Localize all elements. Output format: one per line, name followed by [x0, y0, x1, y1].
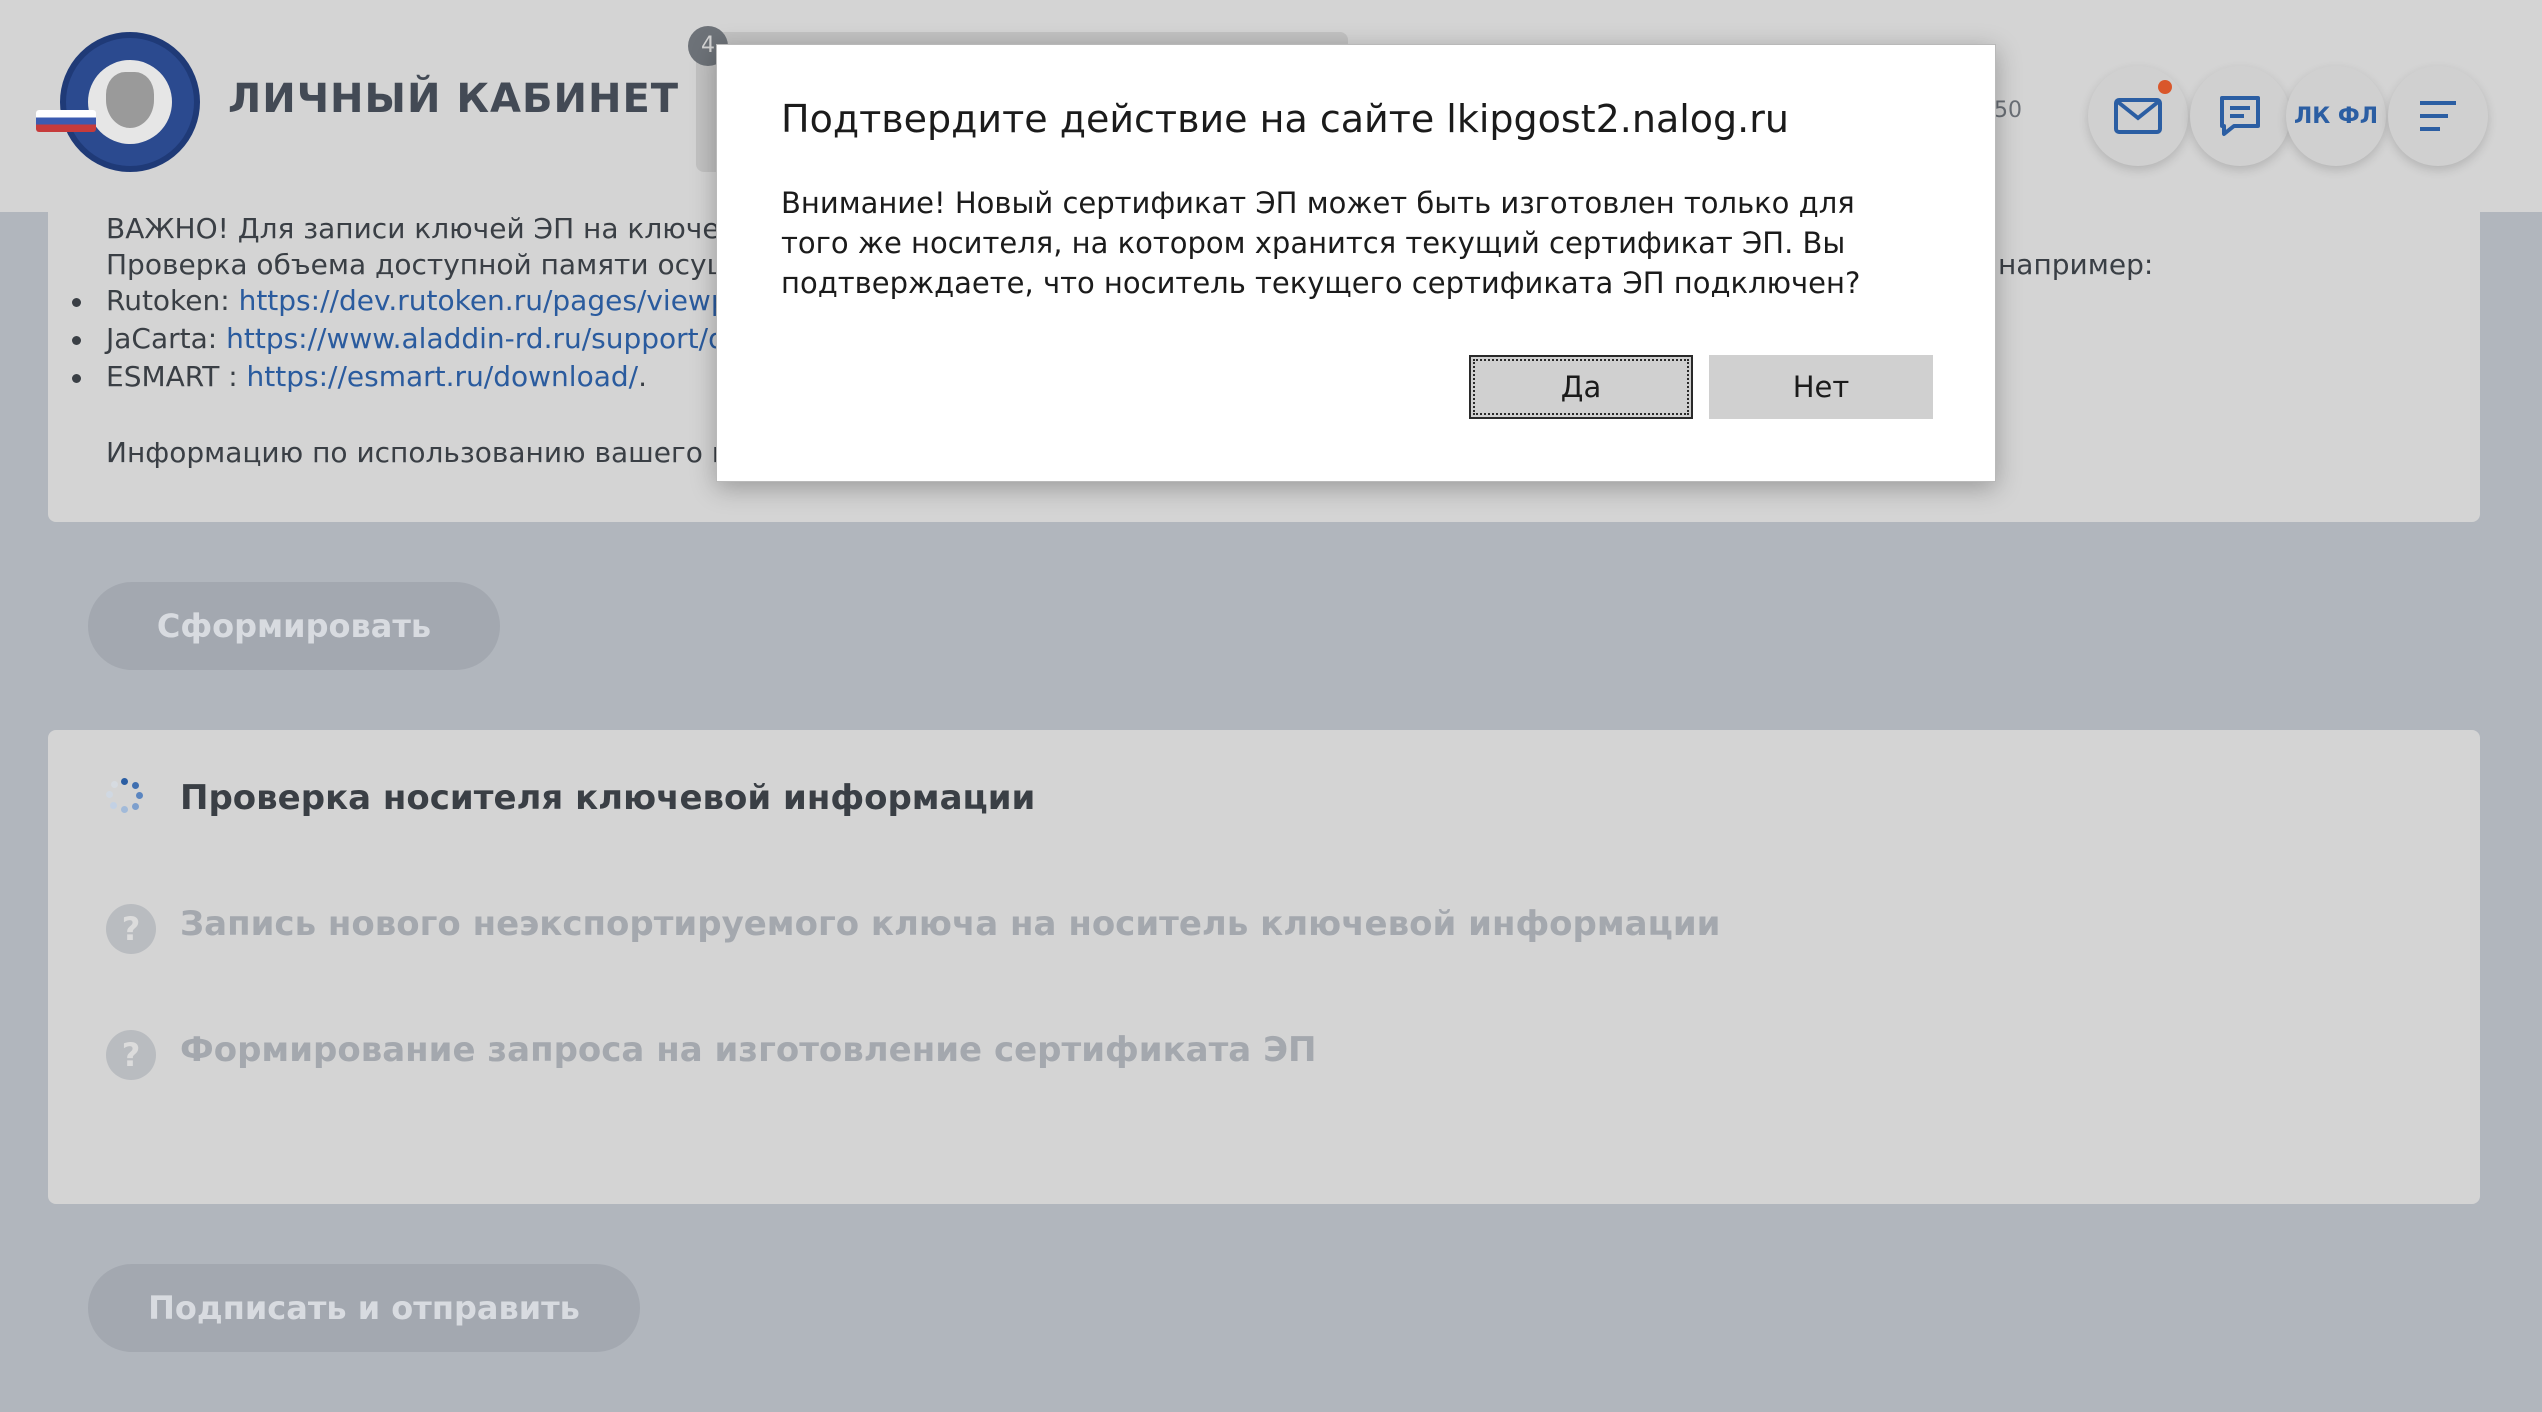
esmart-link[interactable]: https://esmart.ru/download/: [247, 360, 639, 393]
bullet: [72, 298, 81, 307]
confirm-dialog: Подтвердите действие на сайте lkipgost2.…: [716, 44, 1996, 482]
dialog-message: Внимание! Новый сертификат ЭП может быть…: [781, 186, 1861, 300]
esmart-item: ESMART : https://esmart.ru/download/.: [106, 360, 647, 393]
usage-note: Информацию по использованию вашего но: [106, 436, 748, 469]
loading-spinner-icon: [106, 778, 143, 813]
esmart-suffix: .: [638, 360, 647, 393]
important-note: ВАЖНО! Для записи ключей ЭП на ключевом: [106, 212, 775, 245]
sign-send-button[interactable]: Подписать и отправить: [88, 1264, 640, 1352]
flag-ribbon-icon: [36, 110, 96, 132]
bullet: [72, 336, 81, 345]
rutoken-item: Rutoken: https://dev.rutoken.ru/pages/vi…: [106, 284, 764, 317]
logo-emblem: [88, 60, 172, 144]
step-write-key: Запись нового неэкспортируемого ключа на…: [180, 904, 1721, 944]
question-icon: ?: [106, 904, 156, 954]
app-title: ЛИЧНЫЙ КАБИНЕТ ИП: [228, 76, 763, 122]
jacarta-link[interactable]: https://www.aladdin-rd.ru/support/do: [226, 322, 743, 355]
memory-check-note-tail: например:: [1998, 248, 2154, 281]
notification-dot: [2158, 80, 2172, 94]
memory-check-note: Проверка объема доступной памяти осущес: [106, 248, 766, 281]
form-button[interactable]: Сформировать: [88, 582, 500, 670]
jacarta-item: JaCarta: https://www.aladdin-rd.ru/suppo…: [106, 322, 743, 355]
esmart-label: ESMART :: [106, 360, 247, 393]
mail-button[interactable]: [2088, 66, 2188, 166]
eagle-emblem-icon: [106, 72, 154, 128]
mail-icon: [2114, 98, 2162, 134]
steps-card: Проверка носителя ключевой информации ? …: [48, 730, 2480, 1204]
chat-button[interactable]: [2190, 66, 2290, 166]
lk-fl-button[interactable]: ЛК ФЛ: [2286, 66, 2386, 166]
rutoken-link[interactable]: https://dev.rutoken.ru/pages/viewpag: [239, 284, 764, 317]
step-form-request: Формирование запроса на изготовление сер…: [180, 1030, 1317, 1070]
rutoken-label: Rutoken:: [106, 284, 239, 317]
dialog-title: Подтвердите действие на сайте lkipgost2.…: [781, 97, 1789, 141]
step-check-carrier: Проверка носителя ключевой информации: [180, 778, 1036, 818]
jacarta-label: JaCarta:: [106, 322, 227, 355]
no-button[interactable]: Нет: [1709, 355, 1933, 419]
fns-logo[interactable]: [60, 32, 200, 172]
yes-button[interactable]: Да: [1469, 355, 1693, 419]
question-icon: ?: [106, 1030, 156, 1080]
menu-button[interactable]: [2388, 66, 2488, 166]
chat-icon: [2220, 96, 2260, 136]
header-partial-number: 50: [1994, 98, 2022, 123]
menu-icon: [2420, 101, 2456, 131]
bullet: [72, 374, 81, 383]
